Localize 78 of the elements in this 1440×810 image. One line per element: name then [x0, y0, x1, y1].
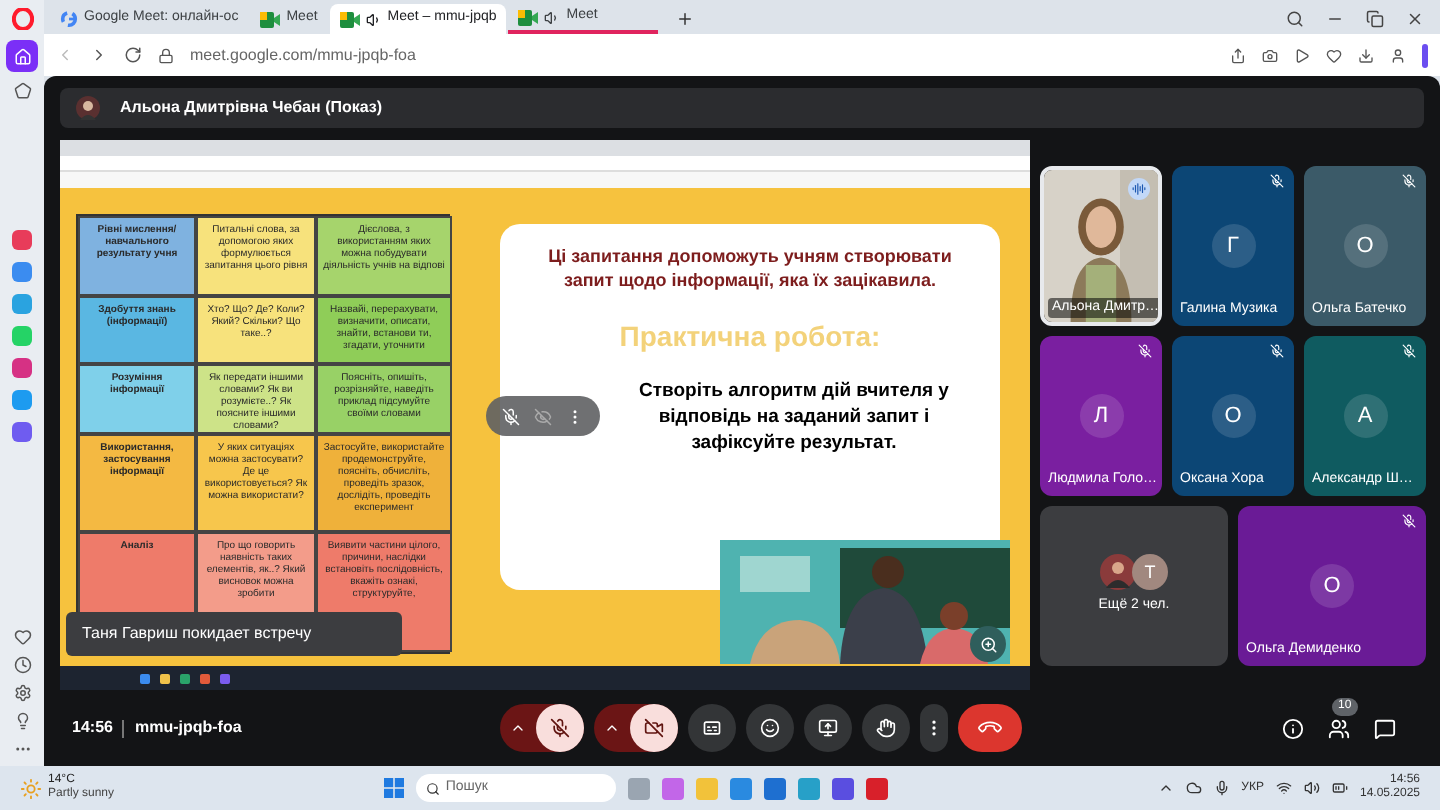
slide-heading: Практична робота:: [619, 318, 881, 356]
app-icon[interactable]: [831, 777, 854, 799]
play-icon[interactable]: [1294, 47, 1310, 63]
download-icon[interactable]: [1358, 47, 1374, 63]
mic-off-icon[interactable]: [501, 407, 520, 425]
video-camera-icon: [260, 11, 281, 27]
meeting-code: mmu-jpqb-foa: [134, 716, 242, 740]
zoom-in-icon: [979, 635, 997, 653]
chevron-icon[interactable]: [1157, 780, 1174, 796]
hand-icon: [876, 718, 897, 738]
more-button[interactable]: [920, 704, 949, 752]
captions-icon: [702, 718, 723, 738]
heart-icon[interactable]: [13, 628, 31, 646]
restore-icon[interactable]: [1366, 10, 1384, 28]
app-icon[interactable]: [729, 777, 752, 799]
home-button[interactable]: [6, 40, 38, 72]
video-camera-icon: [518, 9, 539, 25]
chevron-up-icon[interactable]: [604, 720, 621, 736]
lightbulb-icon[interactable]: [13, 712, 31, 730]
slide-task: Створіть алгоритм дій вчителя у відповідь на заданий запит і зафіксуйте результат.: [637, 378, 951, 456]
search-icon[interactable]: [1286, 10, 1304, 28]
new-tab-icon[interactable]: [676, 10, 695, 28]
heart-icon[interactable]: [1326, 47, 1342, 63]
leave-call-button[interactable]: [958, 704, 1023, 752]
cloud-icon[interactable]: [1185, 780, 1202, 796]
clock-icon[interactable]: [13, 656, 31, 674]
speaker-icon[interactable]: [544, 9, 561, 25]
presenter-name: Альона Дмитрівна Чебан (Показ): [120, 96, 383, 120]
speaker-icon[interactable]: [365, 11, 382, 27]
pentagon-icon[interactable]: [13, 82, 31, 100]
search-icon: [425, 781, 440, 795]
chat-icon[interactable]: [1374, 717, 1397, 739]
avatar: О: [1211, 394, 1255, 438]
people-icon[interactable]: [1328, 717, 1351, 739]
toast-notification: Таня Гавриш покидает встречу: [66, 612, 402, 656]
mic-icon[interactable]: [1213, 780, 1230, 796]
volume-icon[interactable]: [1303, 780, 1320, 796]
camera-icon[interactable]: [1262, 47, 1278, 63]
camera-button[interactable]: [594, 704, 679, 752]
app-icon[interactable]: [763, 777, 786, 799]
smile-icon: [760, 718, 781, 738]
info-icon[interactable]: [1282, 717, 1305, 739]
address-field[interactable]: meet.google.com/mmu-jpqb-foa: [190, 43, 416, 67]
avatar: О: [1343, 224, 1387, 268]
reload-icon[interactable]: [124, 46, 142, 64]
wifi-icon[interactable]: [1275, 780, 1292, 796]
mic-button[interactable]: [500, 704, 585, 752]
lock-icon: [158, 47, 174, 63]
app-icon[interactable]: [865, 777, 888, 799]
battery-icon[interactable]: [1331, 780, 1348, 796]
raise-hand-button[interactable]: [862, 704, 911, 752]
windows-logo-icon[interactable]: [383, 778, 404, 798]
camera-off-icon: [644, 718, 665, 738]
avatar: О: [1310, 564, 1354, 608]
avatar: Л: [1079, 394, 1123, 438]
avatar: А: [1343, 394, 1387, 438]
video-camera-icon: [339, 11, 360, 27]
mic-off-icon: [550, 718, 571, 738]
close-icon[interactable]: [1406, 10, 1424, 28]
share-icon[interactable]: [1230, 47, 1246, 63]
forward-icon[interactable]: [90, 46, 108, 64]
slide-intro: Ці запитання допоможуть учням створювати запит щодо інформації, яка їх зацікавила.: [546, 244, 954, 292]
avatar: [76, 96, 100, 120]
profile-icon[interactable]: [1390, 47, 1406, 63]
opera-logo-icon[interactable]: [11, 8, 33, 30]
home-icon: [13, 47, 31, 65]
present-icon: [818, 718, 839, 738]
emoji-button[interactable]: [746, 704, 795, 752]
chevron-up-icon[interactable]: [510, 720, 527, 736]
scroll-indicator: [1422, 43, 1428, 67]
avatar: Т: [1132, 554, 1168, 591]
weather-icon: [20, 777, 42, 799]
app-icon[interactable]: [661, 777, 684, 799]
avatar: Г: [1211, 224, 1255, 268]
captions-button[interactable]: [688, 704, 737, 752]
meeting-time: 14:56: [72, 716, 113, 740]
settings-icon[interactable]: [13, 684, 31, 702]
present-button[interactable]: [804, 704, 853, 752]
